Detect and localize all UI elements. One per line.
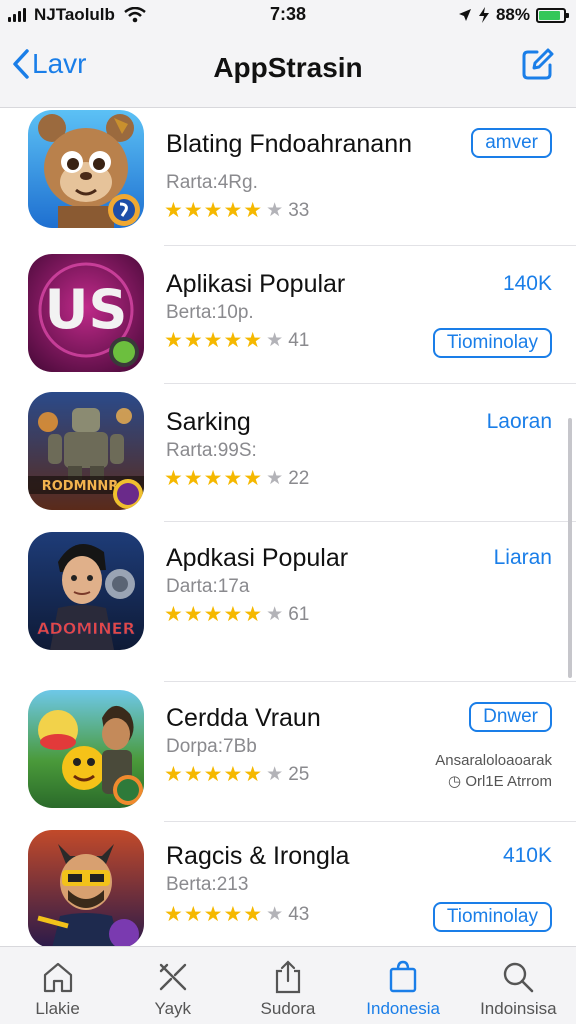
app-name: Aplikasi Popular (166, 270, 346, 298)
rating: ★★★★★ ★ 33 (164, 198, 309, 223)
info-line-text: Orl1E Atrrom (465, 773, 552, 790)
star-empty-icon: ★ (266, 764, 284, 785)
app-subtitle: Berta:213 (166, 874, 249, 895)
tab-home[interactable]: Llakie (0, 947, 115, 1024)
rating-count: 41 (288, 329, 310, 351)
location-icon (458, 9, 471, 21)
list-item[interactable]: RODMNNR Sarking Rarta:99S: ★★★★★ ★ 22 La… (0, 384, 576, 522)
app-name: Cerdda Vraun (166, 704, 321, 732)
rating: ★★★★★ ★ 43 (164, 902, 309, 927)
app-icon-us[interactable]: US (28, 254, 144, 372)
stars-filled: ★★★★★ (164, 603, 264, 626)
app-icon-bear[interactable] (28, 110, 144, 228)
stars-filled: ★★★★★ (164, 199, 264, 222)
tab-label: Yayk (154, 999, 192, 1018)
rating: ★★★★★ ★ 41 (164, 328, 309, 353)
app-icon-characters[interactable] (28, 690, 144, 808)
rating-count: 22 (288, 467, 310, 489)
info-line-secondary: ◷ Orl1E Atrrom (448, 772, 552, 790)
rating-count: 43 (288, 903, 310, 925)
rating: ★★★★★ ★ 22 (164, 466, 309, 491)
scrollbar[interactable] (568, 418, 572, 678)
star-empty-icon: ★ (266, 604, 284, 625)
tab-search[interactable]: Indoinsisa (461, 947, 576, 1024)
tools-icon (159, 963, 186, 991)
home-icon (43, 962, 72, 993)
nav-bar: Lavr AppStrasin (0, 30, 576, 108)
app-icon-robot[interactable]: RODMNNR (28, 392, 144, 510)
tab-indonesia[interactable]: Indonesia (346, 947, 461, 1024)
tab-label: Indoinsisa (480, 999, 557, 1018)
list-item[interactable]: US Aplikasi Popular Berta:10p. ★★★★★ ★ 4… (0, 246, 576, 384)
app-subtitle: Dorpa:7Bb (166, 736, 257, 757)
star-empty-icon: ★ (266, 904, 284, 925)
alarm-icon (478, 7, 489, 23)
bag-icon (389, 960, 417, 993)
tab-label: Llakie (35, 999, 80, 1018)
star-empty-icon: ★ (266, 330, 284, 351)
stars-filled: ★★★★★ (164, 467, 264, 490)
share-icon (275, 960, 301, 994)
app-name: Apdkasi Popular (166, 544, 349, 572)
rating: ★★★★★ ★ 61 (164, 602, 309, 627)
rating: ★★★★★ ★ 25 (164, 762, 309, 787)
list-item[interactable]: Ragcis & Irongla Berta:213 ★★★★★ ★ 43 41… (0, 822, 576, 946)
open-button[interactable]: Laoran (487, 410, 552, 434)
list-item[interactable]: ADOMINER Apdkasi Popular Darta:17a ★★★★★… (0, 522, 576, 682)
rating-count: 33 (288, 199, 310, 221)
app-name: Blating Fndoahranann (166, 130, 413, 158)
rating-count: 25 (288, 763, 310, 785)
svg-text:ADOMINER: ADOMINER (37, 619, 135, 638)
tab-label: Sudora (260, 999, 316, 1018)
list-item[interactable]: Blating Fndoahranann Rarta:4Rg. ★★★★★ ★ … (0, 108, 576, 246)
tab-share[interactable]: Sudora (230, 947, 345, 1024)
stars-filled: ★★★★★ (164, 329, 264, 352)
app-icon-hero[interactable]: ADOMINER (28, 532, 144, 650)
compose-icon[interactable] (520, 48, 554, 82)
app-subtitle: Rarta:99S: (166, 440, 257, 461)
battery-percent: 88% (495, 5, 530, 24)
download-size[interactable]: 410K (503, 844, 552, 868)
tab-label: Indonesia (366, 999, 441, 1018)
list-item[interactable]: Cerdda Vraun Dorpa:7Bb ★★★★★ ★ 25 Dnwer … (0, 682, 576, 822)
search-icon (504, 962, 534, 993)
stars-filled: ★★★★★ (164, 763, 264, 786)
page-title: AppStrasin (213, 52, 363, 83)
star-empty-icon: ★ (266, 468, 284, 489)
battery-icon (536, 7, 569, 23)
app-subtitle: Berta:10p. (166, 302, 254, 323)
info-line: Ansaraloloaoarak (435, 752, 552, 769)
app-icon-masked[interactable] (28, 830, 144, 946)
status-bar: NJTaolulb 7:38 88% (0, 0, 576, 30)
download-button[interactable]: Tiominolay (432, 328, 552, 358)
download-button[interactable]: Tiominolay (432, 902, 552, 932)
stars-filled: ★★★★★ (164, 903, 264, 926)
download-size[interactable]: 140K (503, 272, 552, 296)
app-name: Ragcis & Irongla (166, 842, 350, 870)
svg-text:US: US (45, 278, 128, 341)
svg-text:RODMNNR: RODMNNR (42, 479, 119, 494)
get-button[interactable]: Dnwer (469, 702, 552, 732)
open-button[interactable]: Liaran (494, 546, 552, 570)
app-name: Sarking (166, 408, 251, 436)
star-empty-icon: ★ (266, 200, 284, 221)
tab-bar: Llakie Yayk Sudora Indonesia Indoinsisa (0, 946, 576, 1024)
rating-count: 61 (288, 603, 310, 625)
tab-tools[interactable]: Yayk (115, 947, 230, 1024)
get-button[interactable]: amver (471, 128, 552, 158)
clock-icon: ◷ (448, 773, 462, 790)
app-subtitle: Rarta:4Rg. (166, 172, 258, 193)
app-subtitle: Darta:17a (166, 576, 250, 597)
app-list[interactable]: Blating Fndoahranann Rarta:4Rg. ★★★★★ ★ … (0, 108, 576, 946)
